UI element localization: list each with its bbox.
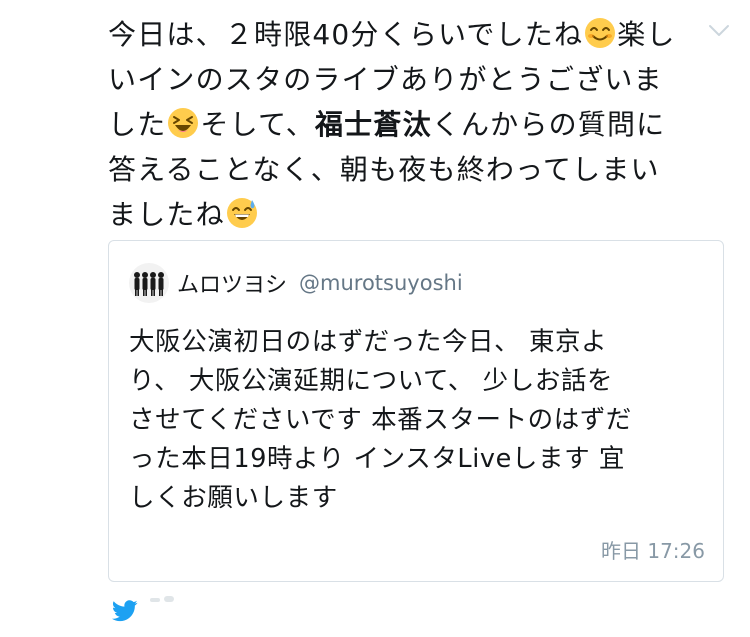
tweet-text-segment: 答えることなく、朝も夜も終わってしまい: [108, 153, 660, 186]
tweet-line: 今日は、２時限40分くらいでしたね 楽し: [108, 12, 708, 57]
quoted-tweet-line: 大阪公演初日のはずだった今日、 東京よ: [129, 327, 608, 357]
quoted-user-name[interactable]: ムロツヨシ: [177, 267, 287, 299]
avatar[interactable]: [129, 263, 169, 303]
twitter-bird-icon: [112, 600, 138, 622]
quoted-tweet-card[interactable]: ムロツヨシ @murotsuyoshi 大阪公演初日のはずだった今日、 東京よ …: [108, 240, 724, 582]
tweet-line: した そして、福士蒼汰くんからの質問に: [108, 102, 708, 147]
tweet-text-segment: ましたね: [108, 198, 225, 231]
tweet-line: いインのスタのライブありがとうございま: [108, 57, 708, 102]
quoted-tweet-text: 大阪公演初日のはずだった今日、 東京よ り、 大阪公演延期について、 少しお話を…: [129, 323, 709, 518]
tweet-text: 今日は、２時限40分くらいでしたね 楽し いインのスタのライブありがとうございま…: [108, 12, 708, 237]
quoted-tweet-timestamp[interactable]: 昨日 17:26: [601, 535, 705, 564]
quoted-tweet-header: ムロツヨシ @murotsuyoshi: [129, 263, 463, 303]
tweet-footer: [112, 596, 312, 624]
tweet-text-segment: いインのスタのライブありがとうございま: [108, 63, 663, 96]
quoted-tweet-line: しくお願いします: [129, 483, 338, 513]
quoted-tweet-line: させてくださいです 本番スタートのはずだ: [129, 405, 632, 435]
sweat-smile-emoji: [226, 198, 257, 228]
tweet-text-segment: そして、: [200, 108, 315, 141]
laughing-face-emoji: [168, 108, 199, 138]
quoted-user-handle[interactable]: @murotsuyoshi: [299, 271, 463, 295]
smiling-face-emoji: [585, 18, 616, 48]
chevron-down-icon[interactable]: [708, 24, 730, 38]
tweet-text-segment: 今日は、２時限40分くらいでしたね: [108, 18, 584, 51]
quoted-tweet-line: った本日19時より インスタLiveします 宜: [129, 444, 626, 474]
tweet-line: 答えることなく、朝も夜も終わってしまい: [108, 147, 708, 192]
tweet-text-segment: 楽し: [617, 18, 676, 51]
tweet-text-segment: くんからの質問に: [431, 108, 666, 141]
tweet-text-segment: した: [108, 108, 167, 141]
tweet-line: ましたね: [108, 192, 708, 237]
faded-footer-glyph: [150, 596, 174, 602]
mentioned-name: 福士蒼汰: [314, 108, 432, 141]
quoted-tweet-line: り、 大阪公演延期について、 少しお話を: [129, 366, 614, 396]
